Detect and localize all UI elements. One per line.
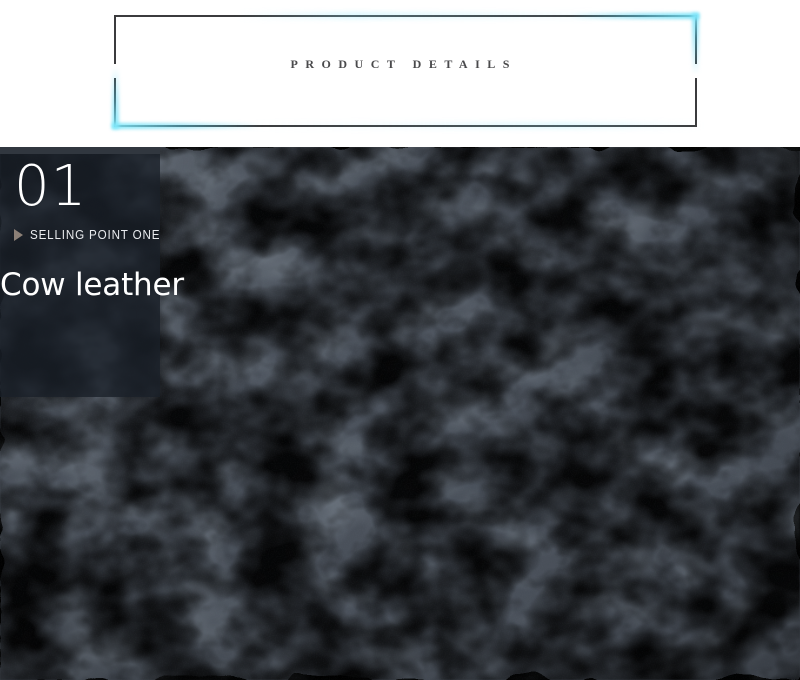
selling-point-headline: Cow leather [0,267,184,303]
selling-point-subtitle: SELLING POINT ONE [30,228,161,242]
play-triangle-icon [14,229,23,241]
frame-top-edge [114,15,697,17]
frame-right-lower-edge [695,78,697,127]
frame-bottom-edge [114,125,697,127]
page-title: PRODUCT DETAILS [290,57,517,71]
selling-point-number: 01 [14,154,88,219]
frame-left-lower-edge [114,78,116,127]
selling-point-panel: 01 SELLING POINT ONE Cow leather [0,147,184,397]
selling-point-subtitle-row: SELLING POINT ONE [14,228,170,242]
product-details-page: PRODUCT DETAILS 01 SELLING POINT ONE Cow… [0,0,800,680]
banner-header: PRODUCT DETAILS [0,0,800,147]
